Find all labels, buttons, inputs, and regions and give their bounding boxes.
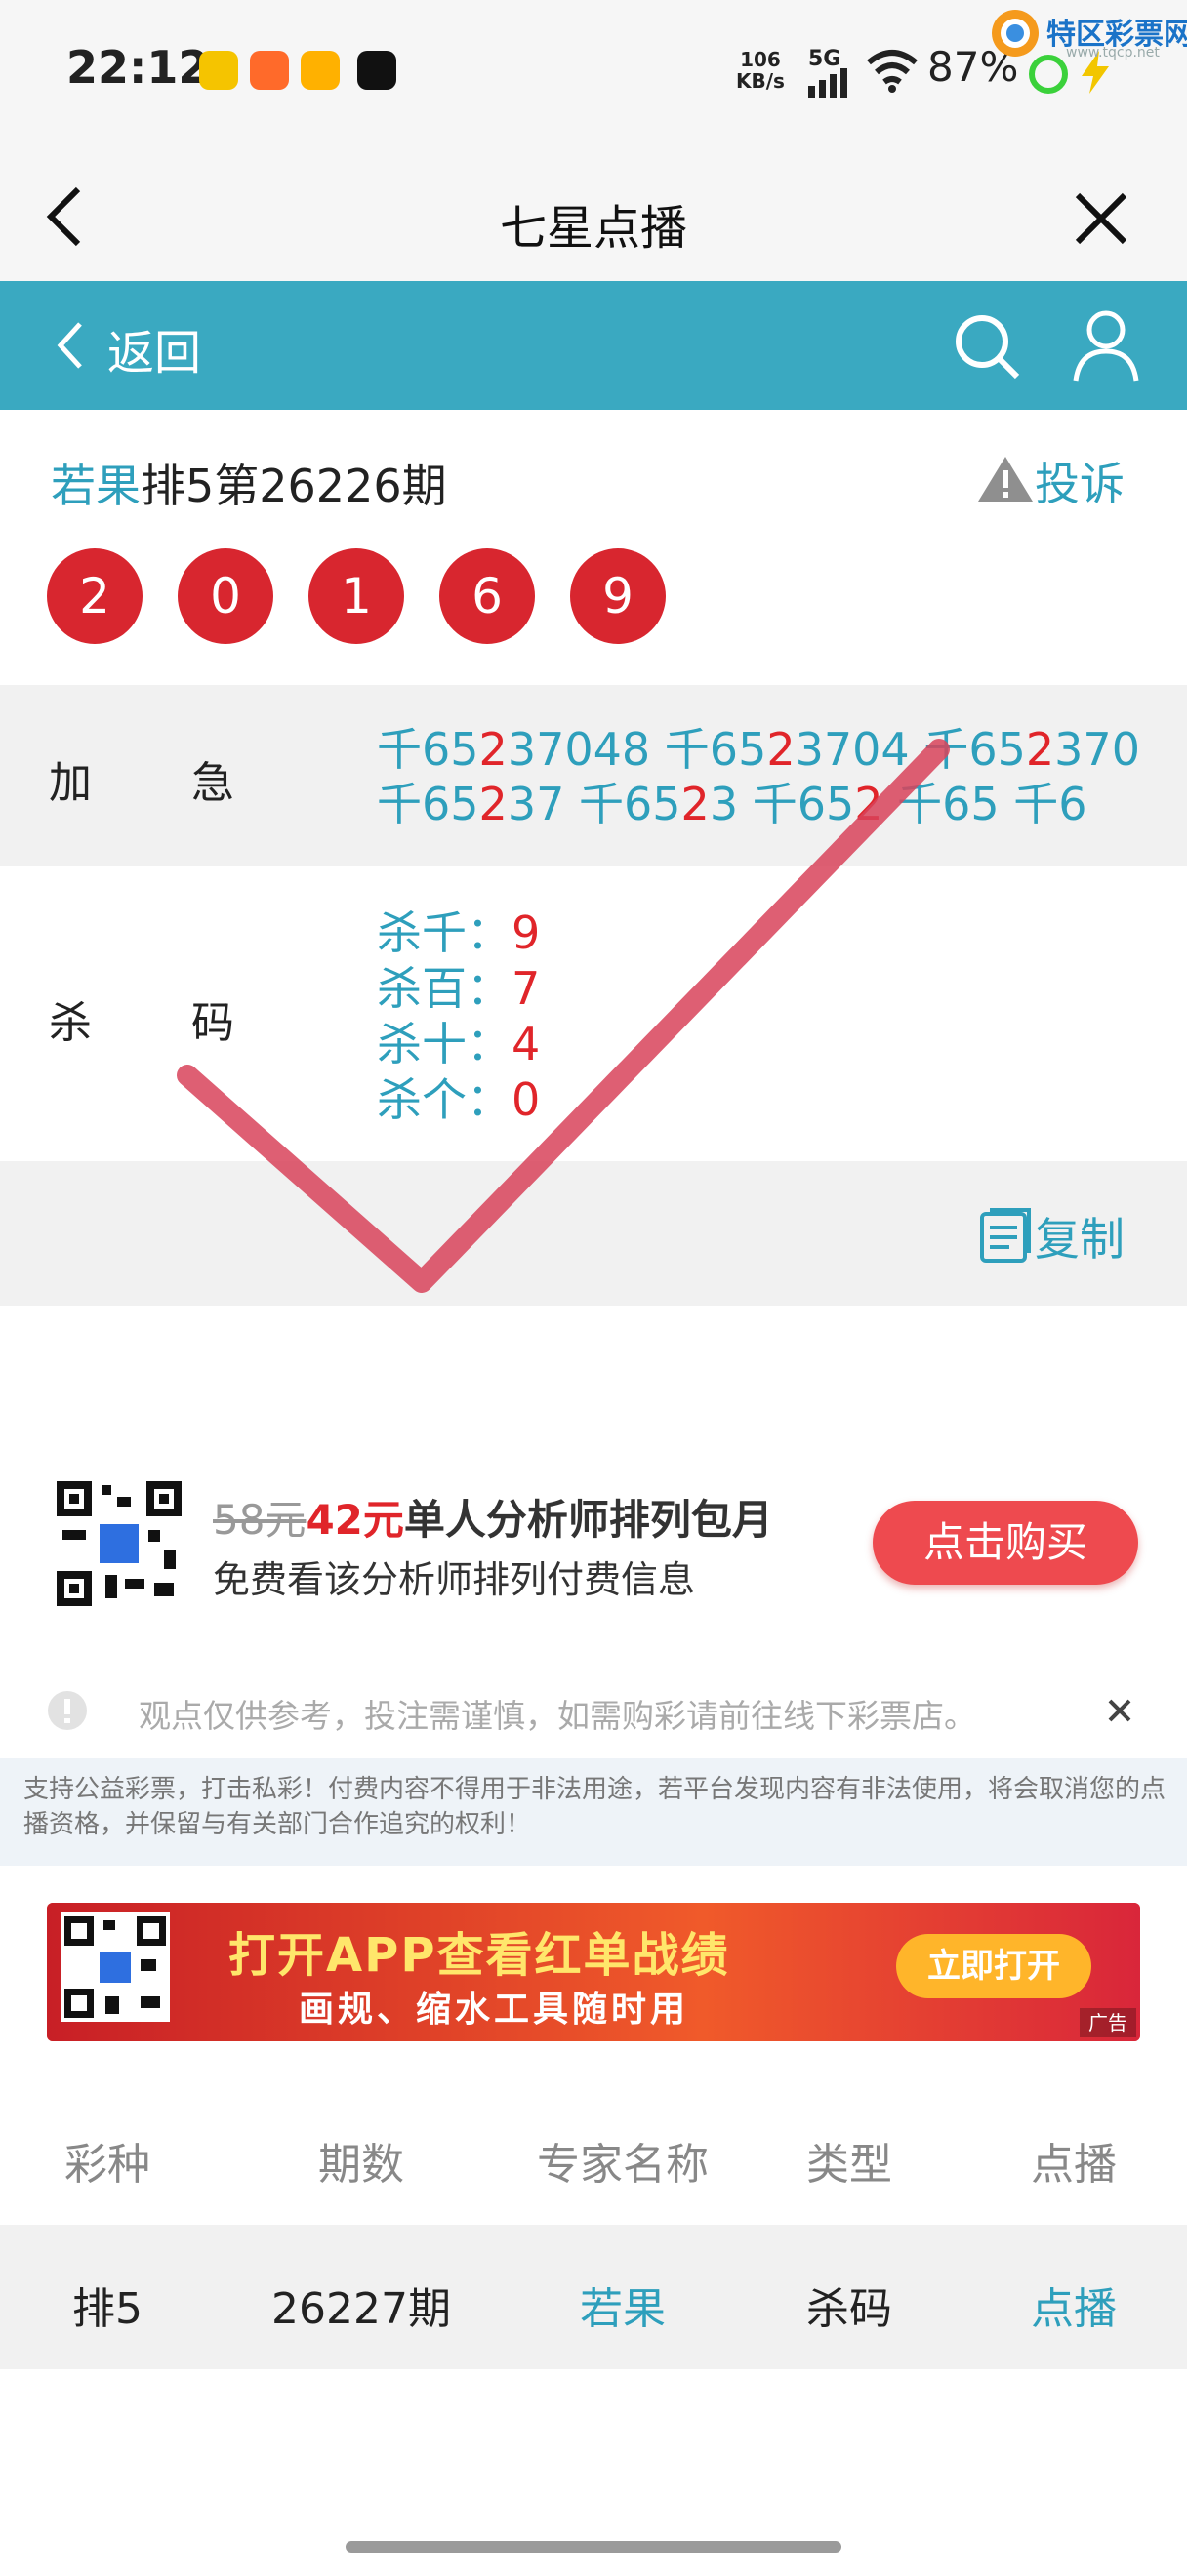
status-time: 22:12 (66, 41, 210, 94)
promo-title: 58元42元单人分析师排列包月 (213, 1496, 773, 1544)
app-notification-icon (301, 51, 340, 90)
dianbo-link[interactable]: 点播 (976, 2274, 1171, 2336)
info-icon (48, 1691, 87, 1730)
result-ball: 0 (178, 548, 273, 644)
result-ball: 6 (439, 548, 535, 644)
qr-code-icon (57, 1481, 182, 1606)
column-header: 专家名称 (537, 2140, 709, 2190)
buy-button[interactable]: 点击购买 (873, 1501, 1138, 1585)
home-indicator (346, 2541, 841, 2553)
old-price: 58元 (213, 1496, 307, 1544)
issue-number: 排5第26226期 (141, 460, 447, 512)
tiktok-icon (357, 51, 396, 90)
disclaimer-bar: 观点仅供参考，投注需谨慎，如需购彩请前往线下彩票店。 (0, 1669, 1187, 1747)
back-button[interactable]: 返回 (107, 314, 201, 382)
expert-name[interactable]: 若果 (51, 460, 141, 512)
result-ball: 2 (47, 548, 143, 644)
new-price: 42元 (306, 1496, 404, 1544)
wifi-icon (867, 50, 918, 93)
table-cell: 排5 (72, 2284, 143, 2334)
table-row: 排5 26227期 若果 杀码 点播 (0, 2225, 1187, 2369)
app-notification-icon (250, 51, 289, 90)
table-header: 彩种 期数 专家名称 类型 点播 (0, 2078, 1187, 2225)
ad-tag: 广告 (1080, 2008, 1136, 2037)
watermark-url: www.tqcp.net (1066, 45, 1160, 60)
table-cell: 杀码 (806, 2284, 892, 2334)
legal-text: 支持公益彩票，打击私彩！付费内容不得用于非法用途，若平台发现内容有非法使用，将会… (23, 1775, 1167, 1839)
disclaimer-text: 观点仅供参考，投注需谨慎，如需购彩请前往线下彩票店。 (139, 1697, 976, 1735)
table-cell: 26227期 (271, 2284, 451, 2334)
user-icon[interactable] (1070, 306, 1142, 384)
column-header: 彩种 (64, 2140, 150, 2190)
open-app-button[interactable]: 立即打开 (896, 1934, 1091, 1998)
complaint-button[interactable]: 投诉 (976, 449, 1125, 513)
network-speed: 106 KB/s (736, 48, 785, 93)
legal-notice: 支持公益彩票，打击私彩！付费内容不得用于非法用途，若平台发现内容有非法使用，将会… (0, 1758, 1187, 1866)
chevron-left-icon[interactable] (55, 320, 84, 371)
search-icon[interactable] (951, 310, 1023, 382)
issue-header: 若果排5第26226期 (51, 451, 447, 515)
column-header: 点播 (1031, 2140, 1117, 2190)
banner-subtitle: 画规、缩水工具随时用 (299, 1990, 690, 2030)
app-notification-icon (199, 51, 238, 90)
promo-card: 58元42元单人分析师排列包月 免费看该分析师排列付费信息 点击购买 (0, 1454, 1187, 1630)
warning-icon (978, 457, 1033, 502)
watermark-logo-icon (992, 10, 1039, 57)
close-icon[interactable] (1074, 191, 1128, 246)
watermark: 特区彩票网 www.tqcp.net (988, 6, 1187, 64)
result-ball: 9 (570, 548, 666, 644)
expert-link[interactable]: 若果 (496, 2274, 750, 2336)
promo-subtitle: 免费看该分析师排列付费信息 (213, 1558, 696, 1601)
complaint-label: 投诉 (1035, 458, 1125, 510)
page-title: 七星点播 (499, 201, 687, 256)
close-icon[interactable] (1107, 1698, 1132, 1723)
signal-icon (808, 68, 847, 98)
app-banner[interactable]: 打开APP查看红单战绩 画规、缩水工具随时用 立即打开 广告 (47, 1903, 1140, 2041)
title-bar: 七星点播 (0, 146, 1187, 281)
column-header: 期数 (318, 2140, 404, 2190)
result-ball: 1 (308, 548, 404, 644)
check-mark-annotation (177, 739, 950, 1293)
qr-code-icon (61, 1912, 170, 2022)
column-header: 类型 (806, 2140, 892, 2190)
banner-title: 打开APP查看红单战绩 (228, 1928, 730, 1983)
nav-bar: 返回 (0, 281, 1187, 410)
